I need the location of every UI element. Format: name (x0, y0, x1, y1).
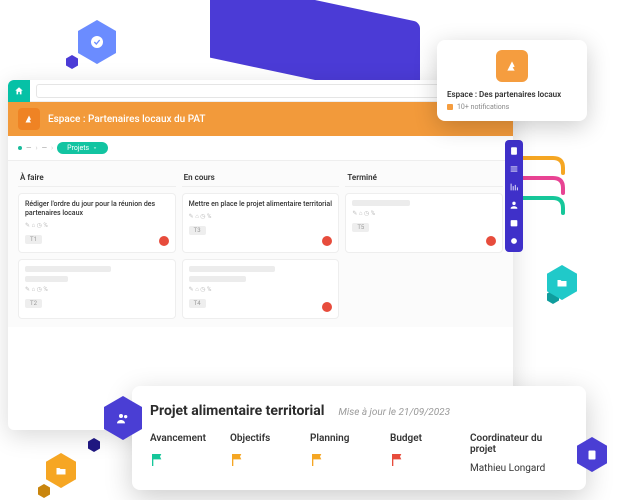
card-tag: T5 (352, 223, 369, 232)
ghost-line (25, 276, 68, 282)
status-label: Planning (310, 433, 380, 444)
settings-icon[interactable] (509, 236, 519, 246)
workspace-avatar (18, 108, 40, 130)
project-summary-card: Projet alimentaire territorial Mise à jo… (132, 386, 586, 490)
kanban-board: À faire Rédiger l'ordre du jour pour la … (8, 161, 513, 327)
project-title: Projet alimentaire territorial (150, 403, 324, 419)
folder-icon (55, 465, 67, 477)
home-icon (14, 86, 24, 96)
projects-pill[interactable]: Projets (57, 142, 108, 154)
alert-icon (322, 236, 332, 246)
doc-icon[interactable] (509, 146, 519, 156)
flag-icon (230, 452, 246, 468)
column-title: À faire (18, 169, 176, 187)
card-tag: T1 (25, 235, 42, 244)
hex-accent (38, 484, 50, 498)
kanban-card[interactable]: ✎ ⌂ ◷ % T5 (345, 193, 503, 253)
ghost-line (352, 200, 409, 206)
hex-badge-folder (46, 453, 76, 488)
workspace-icon (23, 113, 35, 125)
status-col-budget: Budget (390, 433, 460, 474)
folder-icon (556, 277, 568, 289)
coordinator-name: Mathieu Longard (470, 463, 568, 474)
carrot-icon (504, 58, 520, 74)
chevron-right-icon: › (35, 144, 37, 152)
breadcrumb: — › — › Projets (8, 136, 513, 161)
kanban-column-done: Terminé ✎ ⌂ ◷ % T5 (345, 169, 503, 319)
card-title: Rédiger l'ordre du jour pour la réunion … (25, 200, 169, 218)
status-col-avancement: Avancement (150, 433, 220, 474)
hex-accent (88, 438, 100, 452)
check-circle-icon (89, 34, 105, 50)
kanban-card[interactable]: Mettre en place le projet alimentaire te… (182, 193, 340, 253)
breadcrumb-item[interactable]: — (42, 144, 47, 152)
notif-count: 10+ notifications (457, 103, 509, 111)
card-tag: T2 (25, 299, 42, 308)
project-status-row: Avancement Objectifs Planning Budget Coo… (150, 433, 568, 474)
status-label: Budget (390, 433, 460, 444)
flag-icon (390, 452, 406, 468)
status-label: Avancement (150, 433, 220, 444)
column-title: Terminé (345, 169, 503, 187)
project-updated: Mise à jour le 21/09/2023 (338, 407, 450, 418)
chevron-right-icon: › (51, 144, 53, 152)
people-icon (115, 410, 131, 426)
alert-icon (486, 236, 496, 246)
status-label: Coordinateur du projet (470, 433, 568, 455)
notification-card[interactable]: Espace : Des partenaires locaux 10+ noti… (437, 40, 587, 121)
card-tag: T4 (189, 299, 206, 308)
breadcrumb-dot (18, 146, 22, 150)
alert-icon (322, 302, 332, 312)
notif-color-icon (447, 104, 453, 110)
connector-lines (523, 153, 567, 223)
workspace-title: Espace : Partenaires locaux du PAT (48, 114, 205, 125)
card-meta: ✎ ⌂ ◷ % (25, 222, 169, 229)
people-icon[interactable] (509, 200, 519, 210)
notification-title: Espace : Des partenaires locaux (447, 90, 577, 99)
hex-badge-check (78, 20, 116, 64)
card-meta: ✎ ⌂ ◷ % (189, 286, 333, 293)
kanban-card[interactable]: ✎ ⌂ ◷ % T4 (182, 259, 340, 319)
status-col-planning: Planning (310, 433, 380, 474)
ghost-line (189, 266, 275, 272)
list-icon[interactable] (509, 164, 519, 174)
column-title: En cours (182, 169, 340, 187)
card-meta: ✎ ⌂ ◷ % (189, 213, 333, 220)
ghost-line (189, 276, 246, 282)
ghost-line (25, 266, 111, 272)
notification-subtitle: 10+ notifications (447, 103, 577, 111)
pill-label: Projets (67, 144, 89, 152)
card-tag: T3 (189, 226, 206, 235)
kanban-card[interactable]: ✎ ⌂ ◷ % T2 (18, 259, 176, 319)
chart-icon[interactable] (509, 182, 519, 192)
card-title: Mettre en place le projet alimentaire te… (189, 200, 333, 209)
kanban-column-todo: À faire Rédiger l'ordre du jour pour la … (18, 169, 176, 319)
status-col-objectifs: Objectifs (230, 433, 300, 474)
doc-icon (586, 449, 598, 461)
card-meta: ✎ ⌂ ◷ % (352, 210, 496, 217)
flag-icon (150, 452, 166, 468)
flag-icon (310, 452, 326, 468)
card-meta: ✎ ⌂ ◷ % (25, 286, 169, 293)
hex-accent (66, 55, 78, 69)
alert-icon (159, 236, 169, 246)
status-label: Objectifs (230, 433, 300, 444)
breadcrumb-item[interactable]: — (26, 144, 31, 152)
kanban-card[interactable]: Rédiger l'ordre du jour pour la réunion … (18, 193, 176, 253)
app-window: Espace : Partenaires locaux du PAT — › —… (8, 80, 513, 430)
kanban-column-inprogress: En cours Mettre en place le projet alime… (182, 169, 340, 319)
notification-avatar (496, 50, 528, 82)
home-button[interactable] (8, 80, 30, 102)
calendar-icon[interactable] (509, 218, 519, 228)
status-col-coordinator: Coordinateur du projet Mathieu Longard (470, 433, 568, 474)
side-rail (505, 140, 523, 252)
chevron-down-icon (92, 145, 98, 151)
